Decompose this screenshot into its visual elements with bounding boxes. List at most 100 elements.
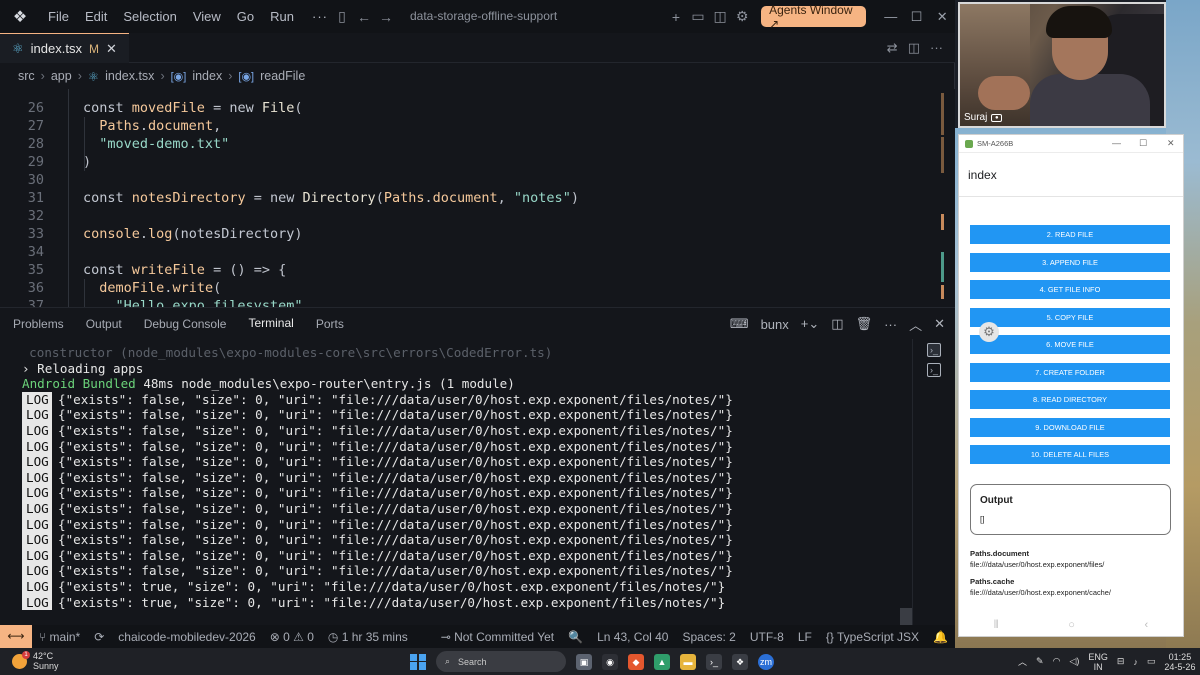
problems-indicator[interactable]: ⊗ 0 ⚠ 0 bbox=[263, 630, 321, 644]
split-terminal-icon[interactable]: ◫ bbox=[831, 316, 843, 332]
clock[interactable]: 01:25 24-5-26 bbox=[1164, 652, 1195, 672]
taskbar-search[interactable]: ⌕ Search bbox=[436, 651, 566, 672]
code-line[interactable]: 37 "Hello expo filesystem" bbox=[0, 297, 945, 307]
zoom-app-icon[interactable]: zm bbox=[758, 653, 774, 670]
pen-icon[interactable]: ✎ bbox=[1036, 656, 1044, 667]
battery-icon[interactable]: ▭ bbox=[1147, 656, 1156, 667]
breadcrumb-symbol-index[interactable]: index bbox=[192, 69, 222, 83]
action-button[interactable]: 10. Delete all files bbox=[970, 445, 1170, 464]
settings-gear-icon[interactable]: ⚙ bbox=[731, 8, 753, 25]
terminal-instance-icon[interactable]: ›_ bbox=[927, 363, 941, 377]
close-window-icon[interactable]: ✕ bbox=[929, 9, 955, 25]
language-indicator[interactable]: ENG IN bbox=[1088, 652, 1108, 672]
dev-menu-gear-icon[interactable]: ⚙ bbox=[979, 322, 999, 342]
terminal-shell-name[interactable]: bunx bbox=[761, 317, 789, 332]
volume-icon[interactable]: ◁) bbox=[1069, 656, 1079, 667]
menu-selection[interactable]: Selection bbox=[115, 9, 184, 24]
tab-debug-console[interactable]: Debug Console bbox=[131, 308, 236, 340]
kill-terminal-icon[interactable]: 🗑 bbox=[856, 316, 873, 332]
remote-indicator-icon[interactable]: ⟷ bbox=[0, 625, 32, 648]
split-editor-icon[interactable]: ◫ bbox=[709, 8, 731, 25]
more-actions-icon[interactable]: ··· bbox=[884, 317, 897, 332]
vscode-taskbar-icon[interactable]: ❖ bbox=[732, 653, 748, 670]
menu-view[interactable]: View bbox=[185, 9, 229, 24]
home-icon[interactable]: ○ bbox=[1068, 619, 1075, 631]
action-button[interactable]: 9. Download file bbox=[970, 417, 1170, 437]
tab-index-tsx[interactable]: ⚛ index.tsx M ✕ bbox=[0, 33, 129, 63]
branch-indicator[interactable]: ⑂ main* bbox=[32, 630, 87, 644]
code-line[interactable]: 26 const movedFile = new File( bbox=[0, 99, 945, 117]
maximize-icon[interactable]: ☐ bbox=[904, 9, 930, 25]
action-button[interactable]: 7. Create folder bbox=[970, 362, 1170, 382]
tab-output[interactable]: Output bbox=[73, 308, 131, 340]
code-line[interactable]: 32 bbox=[0, 207, 945, 225]
speaker-icon[interactable]: ♪ bbox=[1133, 657, 1138, 667]
maximize-icon[interactable]: ☐ bbox=[1139, 138, 1147, 149]
minimize-icon[interactable]: — bbox=[1112, 138, 1121, 148]
code-line[interactable]: 30 bbox=[0, 171, 945, 189]
action-button[interactable]: 4. Get file info bbox=[970, 280, 1170, 299]
back-arrow-icon[interactable]: ← bbox=[352, 9, 376, 25]
weather-widget[interactable]: 1 42°C Sunny bbox=[12, 650, 59, 671]
menu-edit[interactable]: Edit bbox=[77, 9, 115, 24]
code-line[interactable]: 31 const notesDirectory = new Directory(P… bbox=[0, 189, 945, 207]
plus-icon[interactable]: + bbox=[665, 9, 687, 25]
minimize-icon[interactable]: — bbox=[878, 9, 904, 24]
time-tracker[interactable]: ◷ 1 hr 35 mins bbox=[321, 630, 415, 644]
task-view-icon[interactable]: ▣ bbox=[576, 653, 592, 670]
code-line[interactable]: 27 Paths.document, bbox=[0, 117, 945, 135]
toggle-sidebar-icon[interactable]: ▯ bbox=[330, 8, 354, 25]
more-actions-icon[interactable]: ··· bbox=[930, 40, 943, 56]
end-of-line[interactable]: LF bbox=[791, 630, 819, 644]
code-line[interactable]: 34 bbox=[0, 243, 945, 261]
action-button[interactable]: 2. Read file bbox=[970, 225, 1170, 244]
wifi-icon[interactable]: ◠ bbox=[1053, 656, 1061, 667]
code-line[interactable]: 29) bbox=[0, 153, 945, 171]
code-editor[interactable]: 26 const movedFile = new File(27 Paths.do… bbox=[0, 89, 955, 307]
menu-file[interactable]: File bbox=[40, 9, 77, 24]
breadcrumb-file[interactable]: index.tsx bbox=[105, 69, 154, 83]
compare-changes-icon[interactable]: ⇄ bbox=[887, 40, 898, 56]
indentation[interactable]: Spaces: 2 bbox=[675, 630, 742, 644]
show-hidden-icons-icon[interactable]: ︿ bbox=[1018, 655, 1027, 668]
network-icon[interactable]: ⊟ bbox=[1117, 656, 1125, 667]
tab-close-icon[interactable]: ✕ bbox=[106, 41, 117, 57]
back-icon[interactable]: ‹ bbox=[1145, 619, 1149, 631]
cursor-position[interactable]: Ln 43, Col 40 bbox=[590, 630, 675, 644]
file-explorer-icon[interactable]: ▬ bbox=[680, 653, 696, 670]
close-panel-icon[interactable]: ✕ bbox=[934, 316, 945, 332]
code-line[interactable]: 35 const writeFile = () => { bbox=[0, 261, 945, 279]
command-center-title[interactable]: data-storage-offline-support bbox=[410, 9, 557, 23]
recents-icon[interactable]: ⦀ bbox=[994, 619, 999, 632]
terminal-scrollbar[interactable] bbox=[900, 608, 912, 625]
encoding[interactable]: UTF-8 bbox=[743, 630, 791, 644]
action-button[interactable]: 8. Read directory bbox=[970, 390, 1170, 409]
menu-run[interactable]: Run bbox=[262, 9, 302, 24]
terminal-icon[interactable]: ›_ bbox=[706, 653, 722, 670]
menu-go[interactable]: Go bbox=[229, 9, 262, 24]
terminal-output[interactable]: constructor (node_modules\expo-modules-c… bbox=[0, 339, 955, 625]
breadcrumb-src[interactable]: src bbox=[18, 69, 35, 83]
git-blame[interactable]: ⊸ Not Committed Yet bbox=[434, 630, 561, 644]
new-terminal-icon[interactable]: +⌄ bbox=[801, 316, 819, 332]
action-button[interactable]: 5. Copy file bbox=[970, 307, 1170, 327]
panel-toggle-icon[interactable]: ▭ bbox=[687, 8, 709, 25]
terminal-instance-icon[interactable]: ›_ bbox=[927, 343, 941, 357]
code-line[interactable]: 28 "moved-demo.txt" bbox=[0, 135, 945, 153]
tab-problems[interactable]: Problems bbox=[0, 308, 73, 340]
sync-icon[interactable]: ⟳ bbox=[87, 630, 111, 644]
split-right-icon[interactable]: ◫ bbox=[908, 40, 920, 56]
language-mode[interactable]: {} TypeScript JSX bbox=[819, 630, 926, 644]
code-line[interactable]: 33 console.log(notesDirectory) bbox=[0, 225, 945, 243]
agents-window-button[interactable]: Agents Window ↗ bbox=[761, 3, 866, 31]
notifications-bell-icon[interactable]: 🔔 bbox=[926, 630, 955, 644]
project-name[interactable]: chaicode-mobiledev-2026 bbox=[111, 630, 262, 644]
brave-browser-icon[interactable]: ◆ bbox=[628, 653, 644, 670]
start-button-icon[interactable] bbox=[410, 653, 426, 670]
close-window-icon[interactable]: ✕ bbox=[1167, 138, 1175, 149]
zoom-icon[interactable]: 🔍 bbox=[561, 630, 590, 644]
action-button[interactable]: 6. Move file bbox=[970, 335, 1170, 354]
github-icon[interactable]: ◉ bbox=[602, 653, 618, 670]
maximize-panel-icon[interactable]: ︿ bbox=[909, 315, 922, 334]
breadcrumb-symbol-readfile[interactable]: readFile bbox=[260, 69, 305, 83]
